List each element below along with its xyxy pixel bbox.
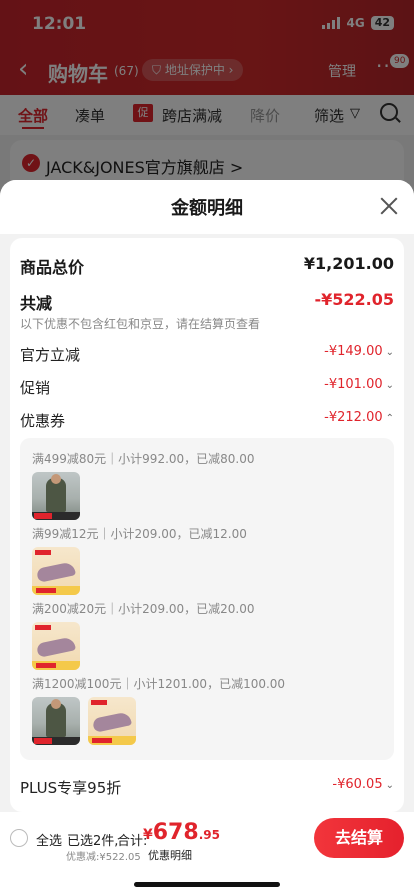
total-price-label: 商品总价 bbox=[20, 258, 85, 277]
plus-discount-row[interactable]: PLUS专享95折 -¥60.05 ⌄ bbox=[20, 777, 394, 797]
selected-count: 已选2件, bbox=[67, 834, 119, 849]
promotion-value: -¥101.00 bbox=[324, 377, 383, 392]
total-reduce-value: -¥522.05 bbox=[314, 290, 394, 309]
plus-discount-label: PLUS专享95折 bbox=[20, 779, 122, 797]
total-reduce-label: 共减 bbox=[20, 294, 53, 313]
chevron-down-icon: ⌄ bbox=[385, 347, 394, 358]
promotion-row[interactable]: 促销 -¥101.00 ⌄ bbox=[20, 377, 394, 397]
select-all-checkbox[interactable] bbox=[10, 829, 28, 847]
coupon-label: 优惠券 bbox=[20, 412, 66, 430]
select-all-label[interactable]: 全选 bbox=[36, 830, 62, 849]
currency-symbol: ¥ bbox=[143, 827, 153, 843]
chevron-up-icon: ⌃ bbox=[385, 413, 394, 424]
total-reduce-row: 共减 -¥522.05 bbox=[20, 290, 394, 313]
home-indicator[interactable] bbox=[134, 882, 280, 887]
product-thumbnail-shoe[interactable] bbox=[32, 622, 80, 670]
chevron-down-icon: ⌄ bbox=[385, 780, 394, 791]
official-discount-label: 官方立减 bbox=[20, 346, 81, 364]
product-thumbnail-shoe[interactable] bbox=[88, 697, 136, 745]
product-thumbnail-jacket[interactable] bbox=[32, 697, 80, 745]
total-price-row: 商品总价 ¥1,201.00 bbox=[20, 254, 394, 277]
coupon-rule: 满499减80元｜小计992.00，已减80.00 bbox=[32, 452, 255, 466]
discount-detail-link[interactable]: 优惠明细 bbox=[148, 847, 192, 863]
coupon-value: -¥212.00 bbox=[324, 410, 383, 425]
sheet-title: 金额明细 bbox=[171, 198, 243, 219]
coupon-rule: 满200减20元｜小计209.00，已减20.00 bbox=[32, 602, 255, 616]
checkout-bar: 全选 已选2件, 合计: ¥678.95 优惠减:¥522.05 优惠明细 去结… bbox=[0, 812, 414, 896]
promotion-label: 促销 bbox=[20, 379, 51, 397]
coupon-rule: 满99减12元｜小计209.00，已减12.00 bbox=[32, 527, 247, 541]
chevron-down-icon: ⌄ bbox=[385, 380, 394, 391]
discount-summary: 优惠减:¥522.05 bbox=[66, 852, 141, 863]
close-icon[interactable] bbox=[378, 195, 400, 217]
total-amount: ¥678.95 bbox=[143, 820, 220, 845]
coupon-row[interactable]: 优惠券 -¥212.00 ⌃ bbox=[20, 410, 394, 430]
amount-integer: 678 bbox=[152, 820, 199, 845]
product-thumbnail-jacket[interactable] bbox=[32, 472, 80, 520]
plus-discount-value: -¥60.05 bbox=[332, 777, 383, 792]
official-discount-row[interactable]: 官方立减 -¥149.00 ⌄ bbox=[20, 344, 394, 364]
checkout-button[interactable]: 去结算 bbox=[314, 818, 404, 858]
product-thumbnail-shoe[interactable] bbox=[32, 547, 80, 595]
coupon-detail-list: 满499减80元｜小计992.00，已减80.00 满99减12元｜小计209.… bbox=[20, 438, 394, 760]
official-discount-value: -¥149.00 bbox=[324, 344, 383, 359]
discount-note: 以下优惠不包含红包和京豆，请在结算页查看 bbox=[20, 317, 261, 331]
coupon-rule: 满1200减100元｜小计1201.00，已减100.00 bbox=[32, 677, 286, 691]
amount-decimal: .95 bbox=[198, 828, 220, 842]
total-price-value: ¥1,201.00 bbox=[303, 254, 394, 273]
sheet-header: 金额明细 bbox=[0, 180, 414, 234]
